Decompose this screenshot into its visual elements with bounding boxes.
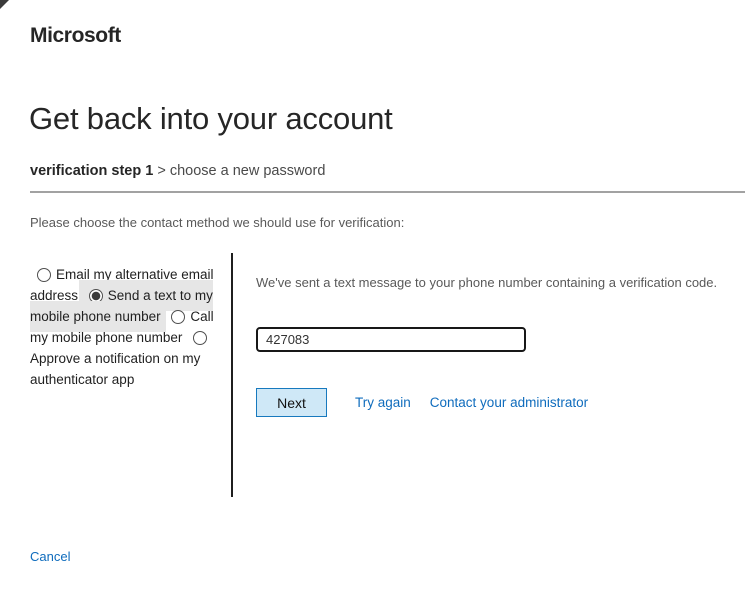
radio-text-mobile[interactable]	[88, 288, 103, 303]
verification-panel: We've sent a text message to your phone …	[256, 253, 736, 417]
column-divider	[231, 253, 233, 497]
header-divider	[30, 191, 745, 193]
verification-message: We've sent a text message to your phone …	[256, 275, 718, 290]
breadcrumb-next-step: choose a new password	[169, 163, 326, 179]
cancel-link[interactable]: Cancel	[30, 549, 70, 564]
breadcrumb-current-step: verification step 1	[30, 163, 154, 179]
instruction-text: Please choose the contact method we shou…	[30, 215, 405, 230]
radio-authenticator-app[interactable]	[193, 330, 208, 345]
contact-method-options: Email my alternative email address Send …	[30, 264, 231, 390]
breadcrumb: verification step 1 > choose a new passw…	[30, 163, 325, 179]
corner-artifact	[0, 0, 9, 9]
page-title: Get back into your account	[29, 101, 393, 136]
action-row: Next Try again Contact your administrato…	[256, 388, 736, 417]
radio-email-alternative[interactable]	[37, 267, 51, 282]
microsoft-logo: Microsoft	[30, 24, 121, 47]
try-again-link[interactable]: Try again	[355, 395, 411, 410]
option-label: Approve a notification on my authenticat…	[30, 351, 201, 387]
contact-administrator-link[interactable]: Contact your administrator	[430, 395, 588, 410]
breadcrumb-separator: >	[157, 163, 166, 179]
radio-call-mobile[interactable]	[171, 309, 186, 324]
next-button[interactable]: Next	[256, 388, 327, 417]
verification-code-input[interactable]	[256, 327, 526, 352]
